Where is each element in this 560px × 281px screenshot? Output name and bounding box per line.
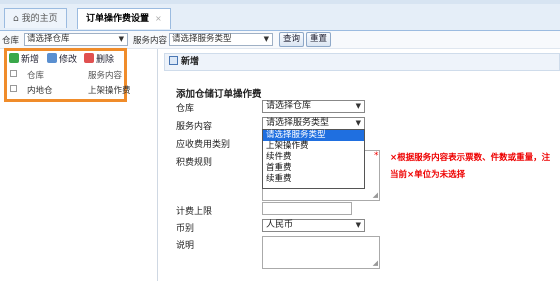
currency-label: 币别 <box>176 224 195 234</box>
dropdown-option[interactable]: 续重费 <box>263 174 364 185</box>
hint-text-1: ×根据服务内容表示票数、件数或重量，注 <box>390 153 551 163</box>
note-textarea[interactable]: ◢ <box>262 236 380 269</box>
warehouse-value: 请选择仓库 <box>266 101 312 111</box>
filter-warehouse-value: 请选择仓库 <box>27 34 70 44</box>
close-icon[interactable]: × <box>155 14 162 23</box>
service-dropdown-list[interactable]: 请选择服务类型 上架操作费 续件费 首重费 续重费 <box>262 129 365 189</box>
currency-select[interactable]: 人民币 ▼ <box>262 219 365 232</box>
resize-handle-icon[interactable]: ◢ <box>373 191 378 199</box>
service-value: 请选择服务类型 <box>266 118 330 128</box>
resize-handle-icon[interactable]: ◢ <box>373 259 378 267</box>
reset-button[interactable]: 重置 <box>306 32 332 47</box>
limit-input[interactable] <box>262 202 352 215</box>
limit-label: 计费上限 <box>176 207 213 217</box>
window-icon <box>169 56 178 65</box>
warehouse-select[interactable]: 请选择仓库 ▼ <box>262 100 365 113</box>
service-label: 服务内容 <box>176 122 213 132</box>
receivable-label: 应收费用类别 <box>176 140 231 150</box>
column-service: 服务内容 <box>88 71 123 81</box>
tab-order-fee-settings[interactable]: 订单操作费设置 × <box>77 8 171 29</box>
dropdown-option[interactable]: 首重费 <box>263 163 364 174</box>
filter-service-value: 请选择服务类型 <box>172 34 232 44</box>
warehouse-label: 仓库 <box>176 104 195 114</box>
filter-warehouse-select[interactable]: 请选择仓库 ▼ <box>24 33 128 46</box>
chevron-down-icon: ▼ <box>118 35 124 43</box>
tab-home-label: 我的主页 <box>21 14 58 24</box>
panel-header: 新增 <box>164 53 560 71</box>
table-row[interactable]: 内地仓 上架操作费 <box>10 84 155 97</box>
tab-home[interactable]: ⌂ 我的主页 <box>4 8 67 28</box>
list-header: 仓库 服务内容 <box>10 69 155 82</box>
filter-service-select[interactable]: 请选择服务类型 ▼ <box>169 33 273 46</box>
hint-text-2: 当前×单位为未选择 <box>390 170 466 180</box>
chevron-down-icon: ▼ <box>355 221 361 229</box>
query-button[interactable]: 查询 <box>279 32 305 47</box>
form-title: 添加仓储订单操作费 <box>176 89 262 100</box>
dropdown-option[interactable]: 续件费 <box>263 152 364 163</box>
panel-title: 新增 <box>181 57 200 67</box>
chevron-down-icon: ▼ <box>263 35 269 43</box>
select-all-checkbox[interactable] <box>10 70 17 77</box>
cell-warehouse: 内地仓 <box>27 86 53 96</box>
currency-value: 人民币 <box>266 220 294 230</box>
required-mark: * <box>374 151 379 161</box>
row-checkbox[interactable] <box>10 85 17 92</box>
tab-order-fee-label: 订单操作费设置 <box>86 14 150 24</box>
filter-warehouse-label: 仓库 <box>2 36 20 46</box>
home-icon: ⌂ <box>13 14 19 24</box>
dropdown-option[interactable]: 请选择服务类型 <box>263 130 364 141</box>
rule-label: 积费规则 <box>176 158 213 168</box>
filter-service-label: 服务内容 <box>133 36 168 46</box>
column-warehouse: 仓库 <box>27 71 45 81</box>
chevron-down-icon: ▼ <box>355 102 361 110</box>
cell-service: 上架操作费 <box>88 86 131 96</box>
note-label: 说明 <box>176 241 195 251</box>
dropdown-option[interactable]: 上架操作费 <box>263 141 364 152</box>
chevron-down-icon: ▼ <box>355 119 361 127</box>
